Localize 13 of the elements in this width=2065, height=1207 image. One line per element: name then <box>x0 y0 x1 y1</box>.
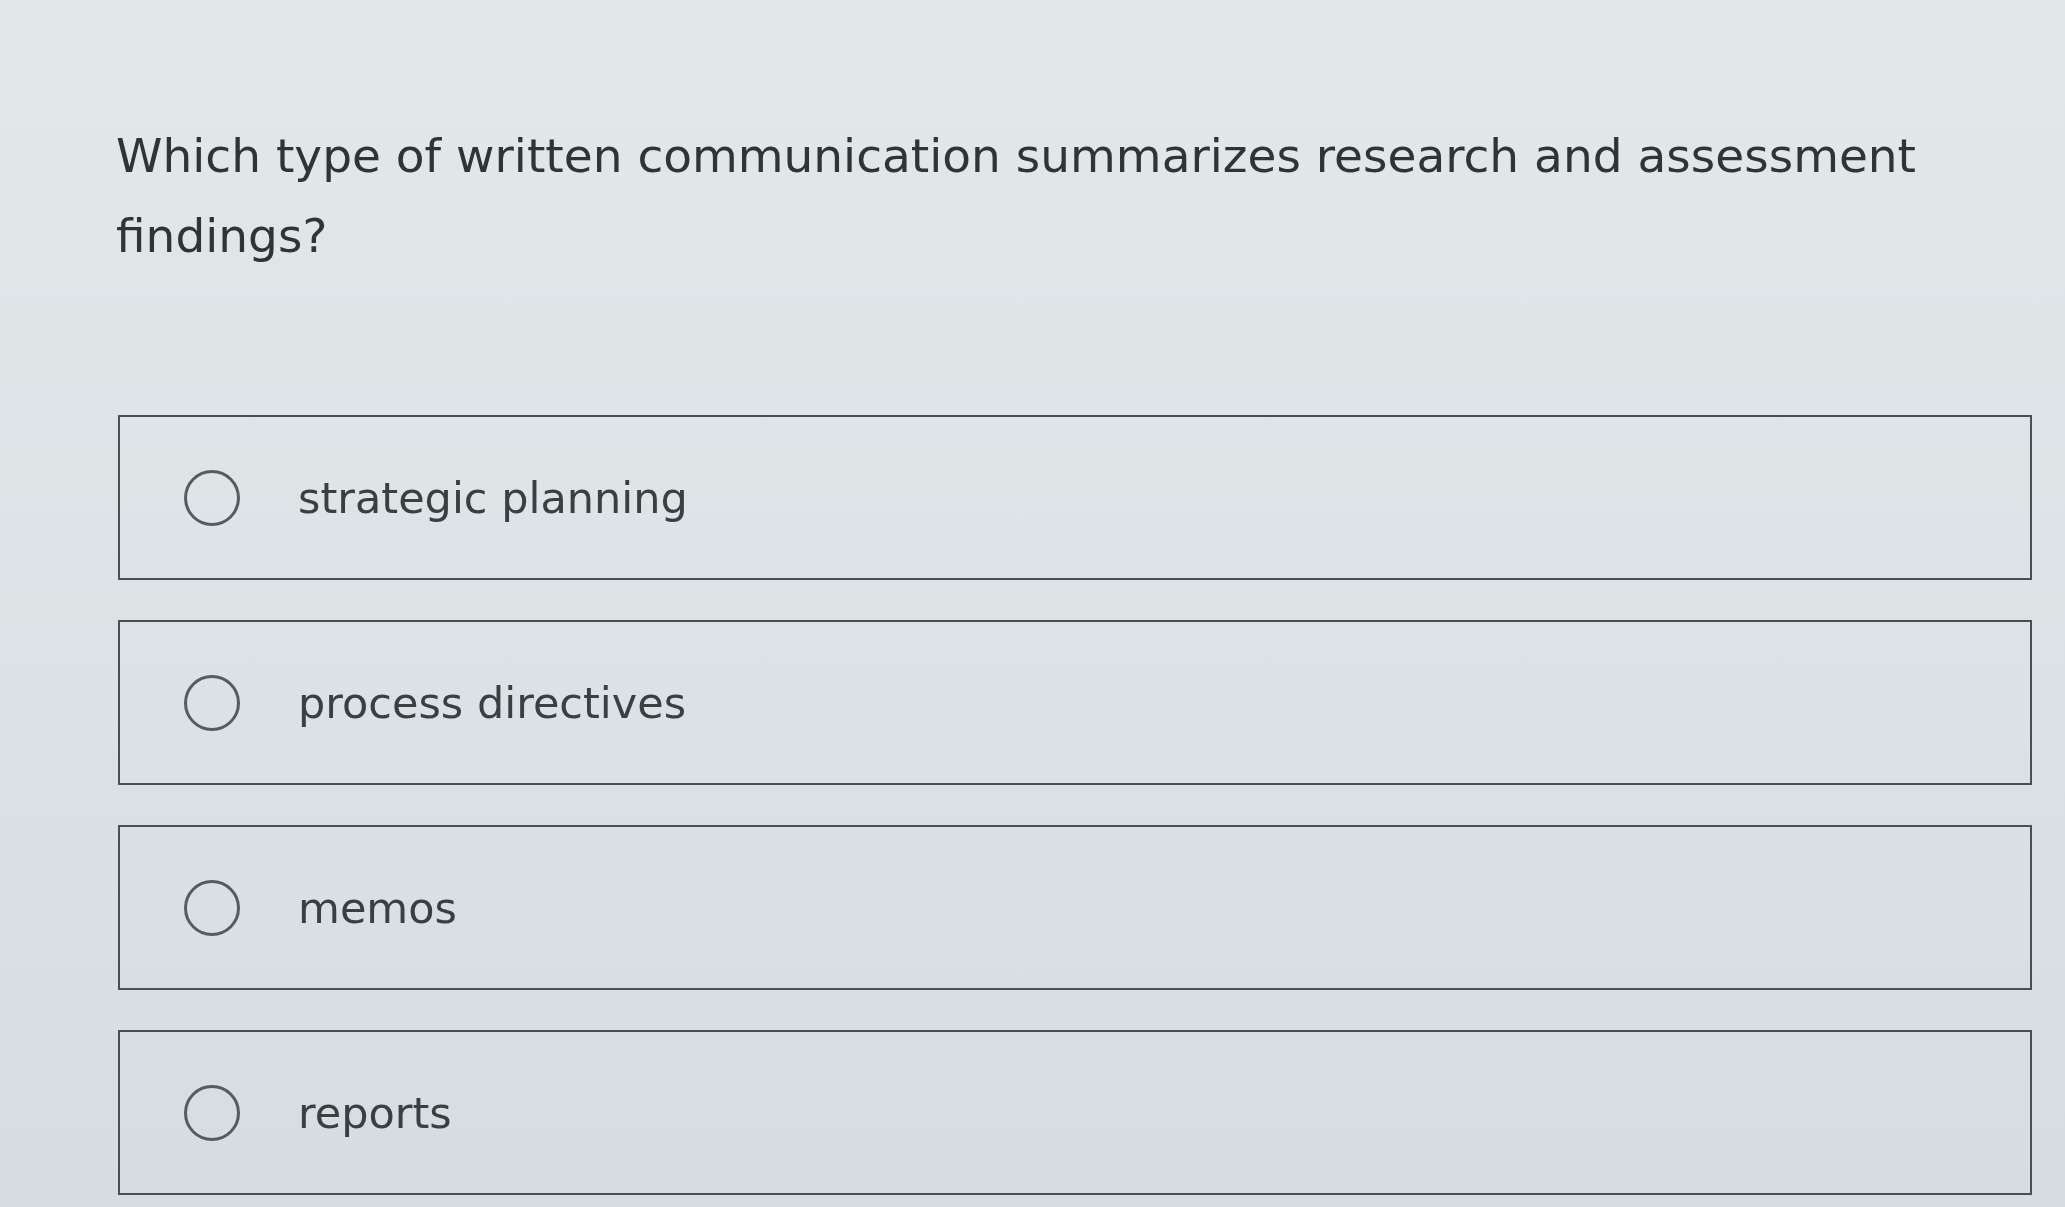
radio-button[interactable] <box>184 1084 240 1141</box>
answer-option[interactable]: memos <box>118 825 2032 990</box>
radio-button[interactable] <box>184 674 240 731</box>
radio-button[interactable] <box>184 469 240 526</box>
answer-option[interactable]: strategic planning <box>118 415 2032 580</box>
option-label: memos <box>298 882 457 933</box>
radio-button[interactable] <box>184 879 240 936</box>
option-label: process directives <box>298 677 687 728</box>
answer-option[interactable]: process directives <box>118 620 2032 785</box>
question-text: Which type of written communication summarizes research and assessment findings? <box>116 127 1918 265</box>
answer-option[interactable]: reports <box>118 1030 2032 1195</box>
option-label: reports <box>298 1087 452 1138</box>
option-label: strategic planning <box>298 472 688 523</box>
